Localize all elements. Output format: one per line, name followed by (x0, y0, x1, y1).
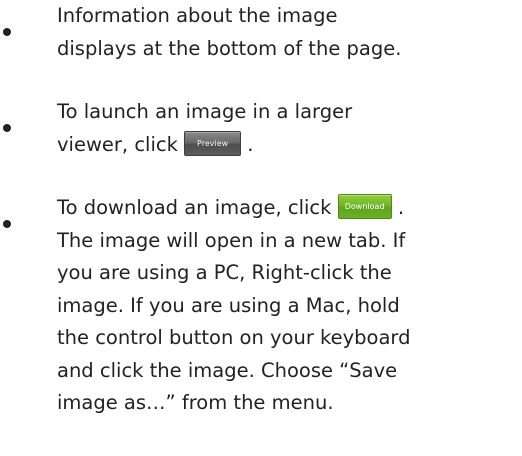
bullet-dot (3, 220, 11, 228)
text-line: the control button on your keyboard (57, 326, 411, 349)
text-fragment: viewer, click (57, 132, 178, 156)
text-line: viewer, click Preview . (57, 129, 517, 162)
text-line: image as…” from the menu. (57, 391, 334, 414)
bullet-text: To launch an image in a larger viewer, c… (57, 96, 517, 161)
bullet-text: To download an image, click Download . T… (57, 192, 517, 420)
preview-button[interactable]: Preview (184, 130, 242, 156)
text-fragment: To download an image, click (57, 196, 332, 219)
text-line: displays at the bottom of the page. (57, 36, 402, 60)
download-button[interactable]: Download (337, 194, 392, 219)
text-line: and click the image. Choose “Save (57, 358, 398, 382)
text-fragment: . (247, 132, 254, 156)
text-line: you are using a PC, Right-click the (57, 261, 392, 284)
text-line: To download an image, click Download . (57, 192, 517, 225)
bullet-dot (3, 28, 11, 36)
text-line: Information about the image (57, 4, 338, 27)
bullet-text: Information about the image displays at … (57, 0, 517, 65)
text-line: To launch an image in a larger (57, 100, 353, 123)
text-line: The image will open in a new tab. If (57, 228, 406, 252)
text-fragment: . (397, 196, 405, 219)
text-line: image. If you are using a Mac, hold (57, 293, 400, 317)
bullet-dot (3, 124, 11, 132)
